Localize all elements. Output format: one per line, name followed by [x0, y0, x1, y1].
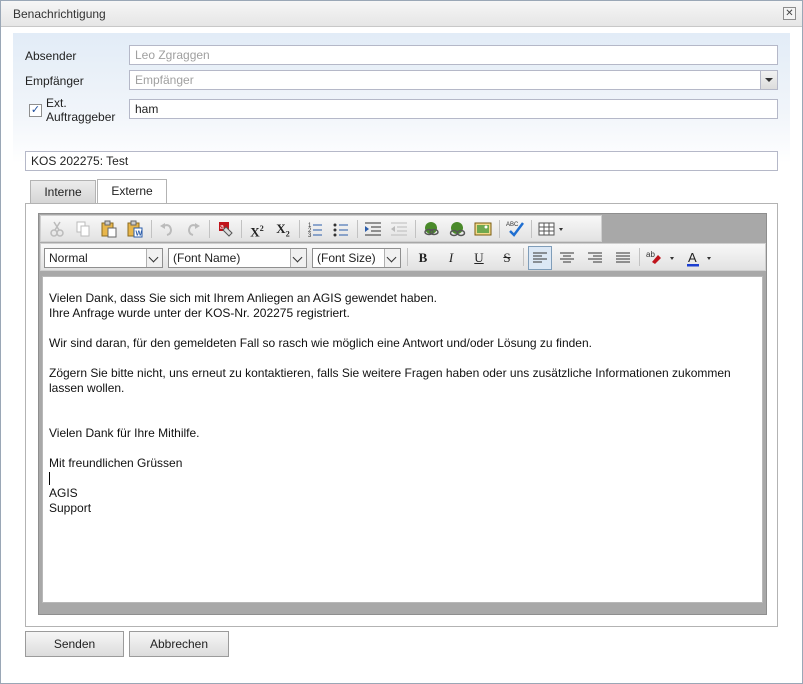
unlink-icon[interactable] — [446, 218, 468, 240]
body-line: AGIS — [49, 486, 78, 500]
paste-icon[interactable] — [98, 218, 120, 240]
body-line: Ihre Anfrage wurde unter der KOS-Nr. 202… — [49, 306, 350, 320]
svg-text:3: 3 — [308, 233, 312, 239]
svg-text:ab: ab — [646, 250, 655, 259]
editor-toolbar-row1: W a X2 X2 1 2 3 ABC — [40, 215, 602, 242]
recipient-placeholder: Empfänger — [135, 73, 194, 87]
outdent-icon[interactable] — [388, 218, 410, 240]
recipient-label: Empfänger — [25, 74, 84, 88]
font-color-button[interactable]: A — [683, 247, 717, 269]
align-center-button[interactable] — [556, 247, 578, 269]
body-line: Mit freundlichen Grüssen — [49, 456, 183, 470]
subject-input[interactable]: KOS 202275: Test — [25, 151, 778, 171]
tab-interne[interactable]: Interne — [30, 180, 96, 203]
check-icon: ✓ — [30, 104, 41, 116]
body-line: Zögern Sie bitte nicht, uns erneut zu ko… — [49, 366, 731, 380]
toolbar-separator — [639, 248, 640, 266]
toolbar-separator — [415, 220, 416, 238]
recipient-combo[interactable]: Empfänger — [129, 70, 778, 90]
editor-toolbar-row2: Normal (Font Name) (Font Size) B I U S a… — [40, 243, 766, 271]
html-editor: W a X2 X2 1 2 3 ABC Normal (Font Name) (… — [38, 213, 767, 615]
font-name-select[interactable]: (Font Name) — [168, 248, 307, 268]
dialog-title: Benachrichtigung — [13, 7, 106, 21]
strikethrough-button[interactable]: S — [496, 247, 518, 269]
superscript-button[interactable]: X2 — [246, 218, 268, 240]
redo-icon[interactable] — [182, 218, 204, 240]
toolbar-separator — [531, 220, 532, 238]
ext-client-checkbox[interactable]: ✓ — [29, 104, 42, 117]
format-select[interactable]: Normal — [44, 248, 163, 268]
chevron-down-icon — [146, 249, 162, 267]
body-line: Support — [49, 501, 92, 515]
body-line: Vielen Dank, dass Sie sich mit Ihrem Anl… — [49, 291, 438, 305]
chevron-down-icon — [290, 249, 306, 267]
toolbar-separator — [299, 220, 300, 238]
sender-label: Absender — [25, 49, 77, 63]
svg-text:A: A — [688, 250, 697, 265]
chevron-down-icon — [384, 249, 400, 267]
toolbar-separator — [407, 248, 408, 266]
font-size-select[interactable]: (Font Size) — [312, 248, 401, 268]
title-bar[interactable]: Benachrichtigung ✕ — [1, 1, 802, 27]
chevron-down-icon — [765, 78, 773, 82]
align-left-button[interactable] — [528, 246, 552, 270]
copy-icon[interactable] — [72, 218, 94, 240]
svg-text:ABC: ABC — [506, 222, 519, 228]
editor-content[interactable]: Vielen Dank, dass Sie sich mit Ihrem Anl… — [42, 276, 763, 603]
dialog-content: Absender Leo Zgraggen Empfänger Empfänge… — [13, 33, 790, 657]
body-line: lassen wollen. — [49, 381, 125, 395]
spellcheck-icon[interactable]: ABC — [504, 218, 526, 240]
text-caret-line — [49, 471, 756, 486]
ordered-list-icon[interactable]: 123 — [304, 218, 326, 240]
tab-externe[interactable]: Externe — [97, 179, 167, 203]
justify-button[interactable] — [612, 247, 634, 269]
table-menu-button[interactable] — [536, 218, 568, 240]
toolbar-separator — [357, 220, 358, 238]
send-button[interactable]: Senden — [25, 631, 124, 657]
highlight-color-button[interactable]: ab — [644, 247, 678, 269]
toolbar-separator — [241, 220, 242, 238]
italic-button[interactable]: I — [440, 247, 462, 269]
tab-panel-externe: W a X2 X2 1 2 3 ABC Normal (Font Name) (… — [25, 203, 778, 627]
body-line: Wir sind daran, für den gemeldeten Fall … — [49, 336, 592, 350]
cut-icon[interactable] — [46, 218, 68, 240]
notification-dialog: Benachrichtigung ✕ Absender Leo Zgraggen… — [0, 0, 803, 684]
link-icon[interactable] — [420, 218, 442, 240]
sender-field: Leo Zgraggen — [129, 45, 778, 65]
undo-icon[interactable] — [156, 218, 178, 240]
close-button[interactable]: ✕ — [783, 7, 796, 20]
toolbar-separator — [209, 220, 210, 238]
recipient-dropdown-button[interactable] — [760, 71, 777, 89]
ext-client-label-line1: Ext. — [46, 96, 67, 110]
align-right-button[interactable] — [584, 247, 606, 269]
image-icon[interactable] — [472, 218, 494, 240]
ext-client-input[interactable]: ham — [129, 99, 778, 119]
toolbar-separator — [151, 220, 152, 238]
bold-button[interactable]: B — [412, 247, 434, 269]
ext-client-label-line2: Auftraggeber — [46, 110, 116, 124]
text-caret — [49, 472, 50, 486]
body-line: Vielen Dank für Ihre Mithilfe. — [49, 426, 200, 440]
toolbar-separator — [523, 248, 524, 266]
paste-from-word-icon[interactable]: W — [124, 218, 146, 240]
unordered-list-icon[interactable] — [330, 218, 352, 240]
close-icon: ✕ — [785, 8, 794, 19]
toolbar-separator — [499, 220, 500, 238]
remove-format-icon[interactable]: a — [214, 218, 236, 240]
cancel-button[interactable]: Abbrechen — [129, 631, 229, 657]
underline-button[interactable]: U — [468, 247, 490, 269]
svg-text:W: W — [136, 231, 143, 238]
subscript-button[interactable]: X2 — [272, 218, 294, 240]
indent-icon[interactable] — [362, 218, 384, 240]
